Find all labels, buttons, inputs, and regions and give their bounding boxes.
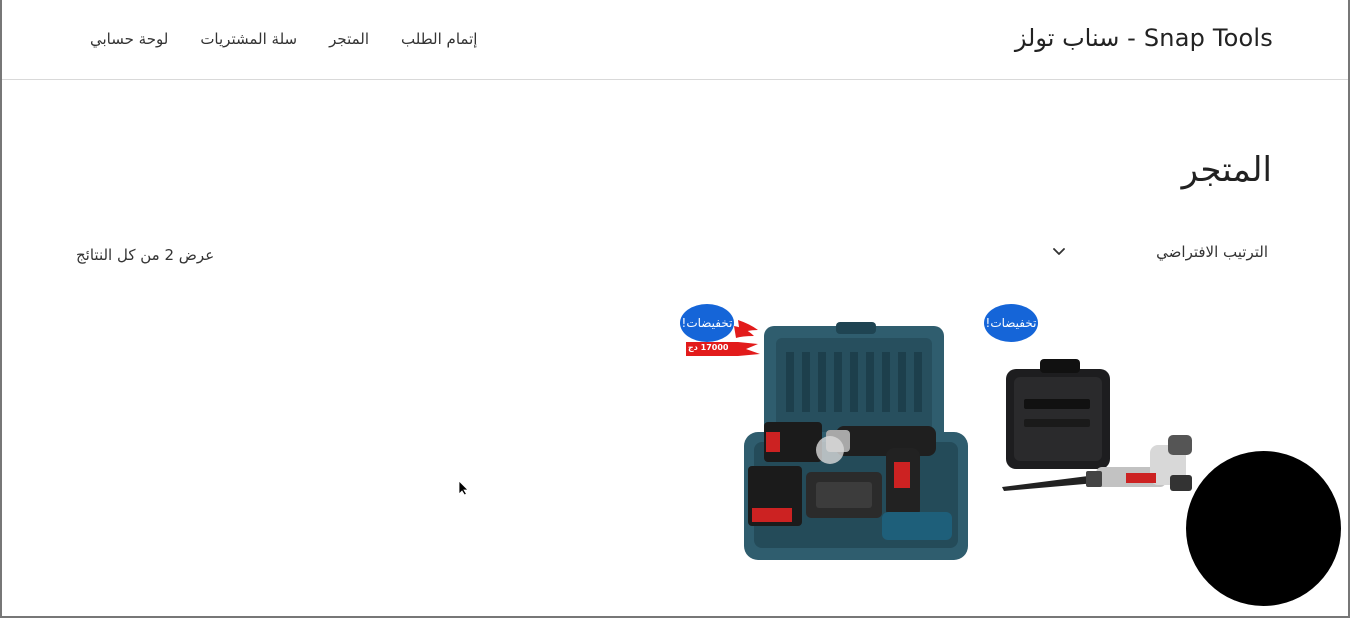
page-title: المتجر (1181, 150, 1272, 190)
nav-item-cart[interactable]: سلة المشتريات (200, 30, 297, 48)
nav-item-account[interactable]: لوحة حسابي (90, 30, 168, 48)
sale-badge: تخفيضات! (680, 304, 734, 342)
browser-viewport: Snap Tools - سناب تولز إتمام الطلب المتج… (0, 0, 1350, 618)
price-tag-label: 17000 دج (688, 343, 729, 352)
product-card[interactable]: تخفيضات! (982, 300, 1222, 600)
chevron-down-icon (1053, 248, 1065, 255)
ordering-selected-value: الترتيب الافتراضي (1156, 243, 1268, 261)
ordering-select[interactable]: الترتيب الافتراضي (1042, 236, 1278, 268)
sale-badge: تخفيضات! (984, 304, 1038, 342)
chat-widget-button[interactable] (1186, 451, 1341, 606)
reciprocating-saw-kit-icon (1002, 359, 1192, 491)
nav-item-checkout[interactable]: إتمام الطلب (401, 30, 477, 48)
cordless-drill-kit-icon (744, 322, 968, 560)
main-nav: إتمام الطلب المتجر سلة المشتريات لوحة حس… (90, 30, 477, 48)
site-header: Snap Tools - سناب تولز إتمام الطلب المتج… (2, 0, 1348, 80)
mouse-cursor-icon (458, 480, 469, 496)
product-card[interactable]: 17000 دج تخفيضات! (678, 300, 978, 600)
site-title[interactable]: Snap Tools - سناب تولز (1015, 24, 1273, 52)
nav-item-shop[interactable]: المتجر (329, 30, 369, 48)
result-count: عرض 2 من كل النتائج (76, 246, 215, 264)
